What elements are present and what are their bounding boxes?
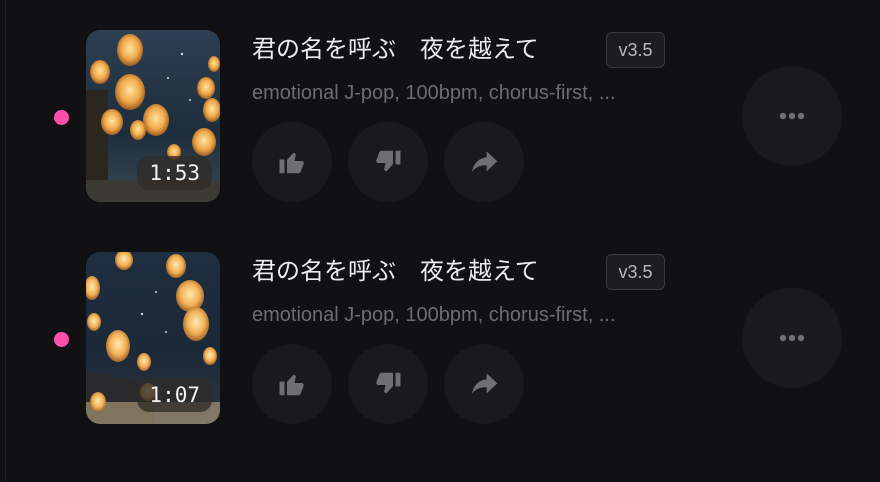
share-button[interactable] [444,122,524,202]
track-duration: 1:07 [137,378,212,412]
more-dots-icon [779,112,805,120]
thumbs-up-icon [279,152,304,174]
track-duration: 1:53 [137,156,212,190]
like-button[interactable] [252,122,332,202]
like-button[interactable] [252,344,332,424]
model-version-badge: v3.5 [606,32,665,68]
share-button[interactable] [444,344,524,424]
song-row[interactable]: 1:07 君の名を呼ぶ 夜を越えて v3.5 emotional J-pop, … [0,250,880,426]
thumbs-up-icon [279,374,304,396]
model-version-badge: v3.5 [606,254,665,290]
more-dots-icon [779,334,805,342]
song-style-tags: emotional J-pop, 100bpm, chorus-first, .… [252,304,616,326]
dislike-button[interactable] [348,122,428,202]
share-arrow-icon [472,373,498,394]
new-indicator-dot [54,110,69,125]
thumbs-down-icon [376,150,401,172]
song-cover-thumbnail[interactable]: 1:53 [86,30,220,202]
share-arrow-icon [472,151,498,172]
song-style-tags: emotional J-pop, 100bpm, chorus-first, .… [252,82,616,104]
song-cover-thumbnail[interactable]: 1:07 [86,252,220,424]
song-row[interactable]: 1:53 君の名を呼ぶ 夜を越えて v3.5 emotional J-pop, … [0,28,880,204]
song-title[interactable]: 君の名を呼ぶ 夜を越えて [252,256,539,286]
thumbs-down-icon [376,372,401,394]
more-options-button[interactable] [742,66,842,166]
more-options-button[interactable] [742,288,842,388]
song-title[interactable]: 君の名を呼ぶ 夜を越えて [252,34,539,64]
dislike-button[interactable] [348,344,428,424]
new-indicator-dot [54,332,69,347]
